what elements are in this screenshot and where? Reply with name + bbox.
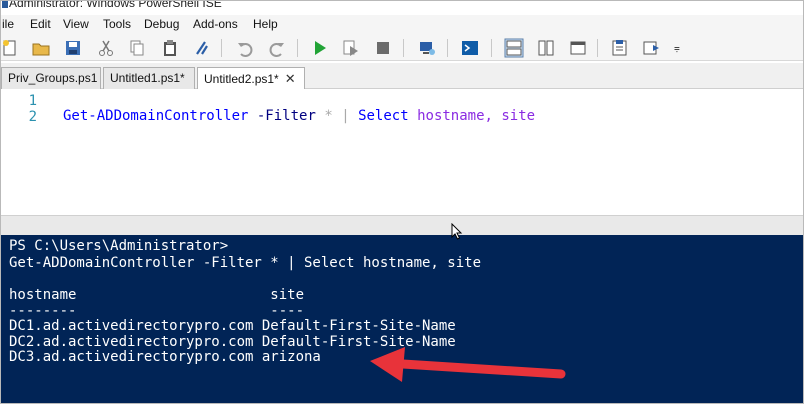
console-header: hostname site: [9, 287, 305, 303]
code-star: *: [324, 108, 333, 124]
script-tabs: Priv_Groups.ps1 Untitled1.ps1* Untitled2…: [1, 63, 803, 90]
code-args: hostname, site: [417, 108, 536, 124]
window-title: Administrator: Windows PowerShell ISE: [9, 0, 222, 10]
powershell-icon: [2, 1, 8, 8]
menu-tools[interactable]: Tools: [103, 17, 131, 31]
layout-right-icon[interactable]: [536, 38, 556, 58]
tab-label: Priv_Groups.ps1: [8, 71, 98, 85]
line-number: 1: [28, 93, 37, 109]
menu-view[interactable]: View: [63, 17, 89, 31]
tab-untitled2[interactable]: Untitled2.ps1* ✕: [197, 67, 305, 90]
code-cmdlet: Get-ADDomainController: [63, 108, 249, 124]
code-param: -Filter: [256, 108, 316, 124]
code-pipe: |: [341, 108, 350, 124]
menu-addons[interactable]: Add-ons: [193, 17, 238, 31]
save-icon[interactable]: [63, 38, 83, 58]
code-line: Get-ADDomainController -Filter * | Selec…: [63, 108, 535, 124]
toolbar-separator: [597, 39, 598, 57]
line-number: 2: [28, 109, 37, 125]
tab-priv-groups[interactable]: Priv_Groups.ps1: [1, 67, 101, 89]
show-commands-icon[interactable]: [610, 38, 630, 58]
code-select: Select: [358, 108, 409, 124]
tab-label: Untitled2.ps1*: [204, 72, 279, 86]
clear-icon[interactable]: [192, 38, 212, 58]
remote-icon[interactable]: [417, 38, 437, 58]
paste-icon[interactable]: [160, 38, 180, 58]
toolbar-separator: [447, 39, 448, 57]
layout-max-icon[interactable]: [568, 38, 588, 58]
menu-help[interactable]: Help: [253, 17, 278, 31]
menu-file[interactable]: ile: [2, 17, 14, 31]
cut-icon[interactable]: [96, 38, 116, 58]
console-pane[interactable]: PS C:\Users\Administrator> Get-ADDomainC…: [1, 235, 803, 403]
mouse-cursor-icon: [451, 223, 463, 240]
run-selection-icon[interactable]: [341, 38, 361, 58]
undo-icon[interactable]: [235, 38, 255, 58]
script-editor[interactable]: 1 2 Get-ADDomainController -Filter * | S…: [1, 89, 803, 215]
tab-untitled1[interactable]: Untitled1.ps1*: [103, 67, 195, 89]
console-prompt: PS C:\Users\Administrator>: [9, 238, 229, 254]
layout-top-icon[interactable]: [504, 38, 524, 58]
close-tab-icon[interactable]: ✕: [285, 71, 296, 86]
console-icon[interactable]: [460, 38, 480, 58]
toolbar: ⩦: [1, 35, 803, 61]
ise-window: Administrator: Windows PowerShell ISE il…: [0, 0, 804, 404]
run-icon[interactable]: [310, 38, 330, 58]
toolbar-separator: [221, 39, 222, 57]
title-bar: Administrator: Windows PowerShell ISE: [1, 0, 803, 13]
console-header-rule: -------- ----: [9, 303, 305, 319]
toolbar-overflow-icon[interactable]: ⩦: [674, 43, 680, 54]
tab-label: Untitled1.ps1*: [110, 71, 185, 85]
pane-splitter[interactable]: [1, 215, 803, 235]
copy-icon[interactable]: [127, 38, 147, 58]
redo-icon[interactable]: [267, 38, 287, 58]
toolbar-separator: [297, 39, 298, 57]
toolbar-separator: [491, 39, 492, 57]
new-icon[interactable]: [1, 38, 21, 58]
console-output-row: DC3.ad.activedirectorypro.com arizona: [9, 349, 321, 365]
menu-edit[interactable]: Edit: [30, 17, 51, 31]
addon-icon[interactable]: [642, 38, 662, 58]
toolbar-separator: [403, 39, 404, 57]
stop-icon[interactable]: [373, 38, 393, 58]
menu-debug[interactable]: Debug: [144, 17, 179, 31]
console-command: Get-ADDomainController -Filter * | Selec…: [9, 255, 482, 271]
menu-bar: ile Edit View Tools Debug Add-ons Help: [1, 15, 803, 35]
console-output-row: DC2.ad.activedirectorypro.com Default-Fi…: [9, 334, 456, 350]
open-icon[interactable]: [31, 38, 51, 58]
console-output-row: DC1.ad.activedirectorypro.com Default-Fi…: [9, 318, 456, 334]
